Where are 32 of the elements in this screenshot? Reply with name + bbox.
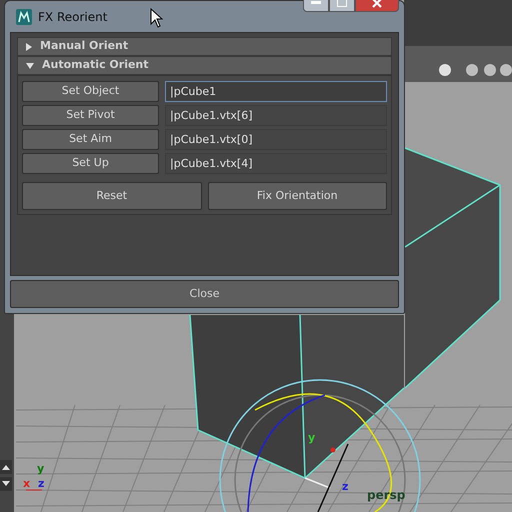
window-title: FX Reorient <box>38 8 108 26</box>
action-button[interactable]: Fix Orientation <box>208 182 387 210</box>
close-icon <box>372 0 382 8</box>
set-button[interactable]: Set Object <box>22 81 159 102</box>
shading-icon[interactable] <box>500 64 512 76</box>
set-button[interactable]: Set Pivot <box>22 105 159 126</box>
collapse-arrow-icon <box>26 62 34 68</box>
shading-icon[interactable] <box>484 64 496 76</box>
set-button[interactable]: Set Aim <box>22 129 159 150</box>
axis-label: x <box>23 477 30 490</box>
set-button[interactable]: Set Up <box>22 153 159 174</box>
axis-label: y <box>37 462 44 475</box>
section-header[interactable]: Manual Orient <box>17 37 392 56</box>
input-field[interactable]: |pCube1 <box>165 81 387 102</box>
input-field[interactable]: |pCube1.vtx[4] <box>165 153 387 174</box>
maximize-icon <box>337 0 347 6</box>
input-field[interactable]: |pCube1.vtx[6] <box>165 105 387 126</box>
shading-icon[interactable] <box>466 64 478 76</box>
action-button[interactable]: Reset <box>22 182 202 210</box>
section-header[interactable]: Automatic Orient <box>17 56 392 75</box>
expand-arrow-icon <box>26 42 32 50</box>
cursor-icon <box>150 8 164 28</box>
axis-label: z <box>38 477 44 490</box>
scroll-down-icon[interactable] <box>0 477 12 491</box>
axis-label: z <box>342 480 348 493</box>
axis-label: y <box>308 431 316 444</box>
close-dialog-button[interactable]: Close <box>10 280 399 308</box>
scroll-up-icon[interactable] <box>0 460 12 474</box>
minimize-icon <box>311 0 321 4</box>
input-field[interactable]: |pCube1.vtx[0] <box>165 129 387 150</box>
app-icon <box>16 8 32 24</box>
shading-icon[interactable] <box>439 64 451 76</box>
